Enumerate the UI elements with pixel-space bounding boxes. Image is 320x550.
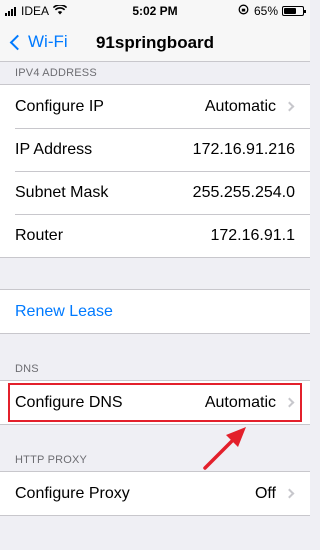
row-value: 172.16.91.216 — [192, 140, 295, 158]
navigation-bar: Wi-Fi 91springboard — [0, 22, 310, 62]
row-label: Subnet Mask — [15, 183, 109, 201]
status-right: 65% — [238, 4, 306, 18]
annotation-highlight-box — [8, 383, 302, 422]
row-label: Router — [15, 226, 64, 244]
row-label: Configure IP — [15, 97, 104, 115]
row-label: IP Address — [15, 140, 93, 158]
chevron-right-icon — [284, 488, 295, 499]
battery-icon — [282, 6, 306, 16]
renew-lease-label: Renew Lease — [15, 302, 113, 320]
status-bar: IDEA 5:02 PM 65% — [0, 0, 310, 22]
configure-ip-row[interactable]: Configure IP Automatic — [0, 85, 310, 128]
lease-group: Renew Lease — [0, 289, 310, 334]
proxy-group: Configure Proxy Off — [0, 471, 310, 516]
row-value: 255.255.254.0 — [192, 183, 295, 201]
row-value: 172.16.91.1 — [210, 226, 295, 244]
ip-address-row: IP Address 172.16.91.216 — [0, 128, 310, 171]
rotation-lock-icon — [238, 4, 249, 18]
chevron-right-icon — [284, 101, 295, 112]
battery-percent: 65% — [253, 4, 278, 18]
renew-lease-button[interactable]: Renew Lease — [0, 290, 310, 333]
annotation-arrow-icon — [203, 427, 246, 470]
battery-fill — [284, 8, 296, 14]
row-label: Configure Proxy — [15, 484, 130, 502]
page-title: 91springboard — [95, 33, 215, 52]
section-header-http-proxy: HTTP PROXY — [15, 454, 88, 466]
row-value: Off — [254, 484, 276, 502]
router-row: Router 172.16.91.1 — [0, 214, 310, 257]
subnet-mask-row: Subnet Mask 255.255.254.0 — [0, 171, 310, 214]
section-header-dns: DNS — [15, 363, 39, 375]
configure-proxy-row[interactable]: Configure Proxy Off — [0, 472, 310, 515]
section-header-ipv4: IPV4 ADDRESS — [15, 67, 97, 79]
ipv4-group: Configure IP Automatic IP Address 172.16… — [0, 84, 310, 258]
row-value: Automatic — [204, 97, 276, 115]
